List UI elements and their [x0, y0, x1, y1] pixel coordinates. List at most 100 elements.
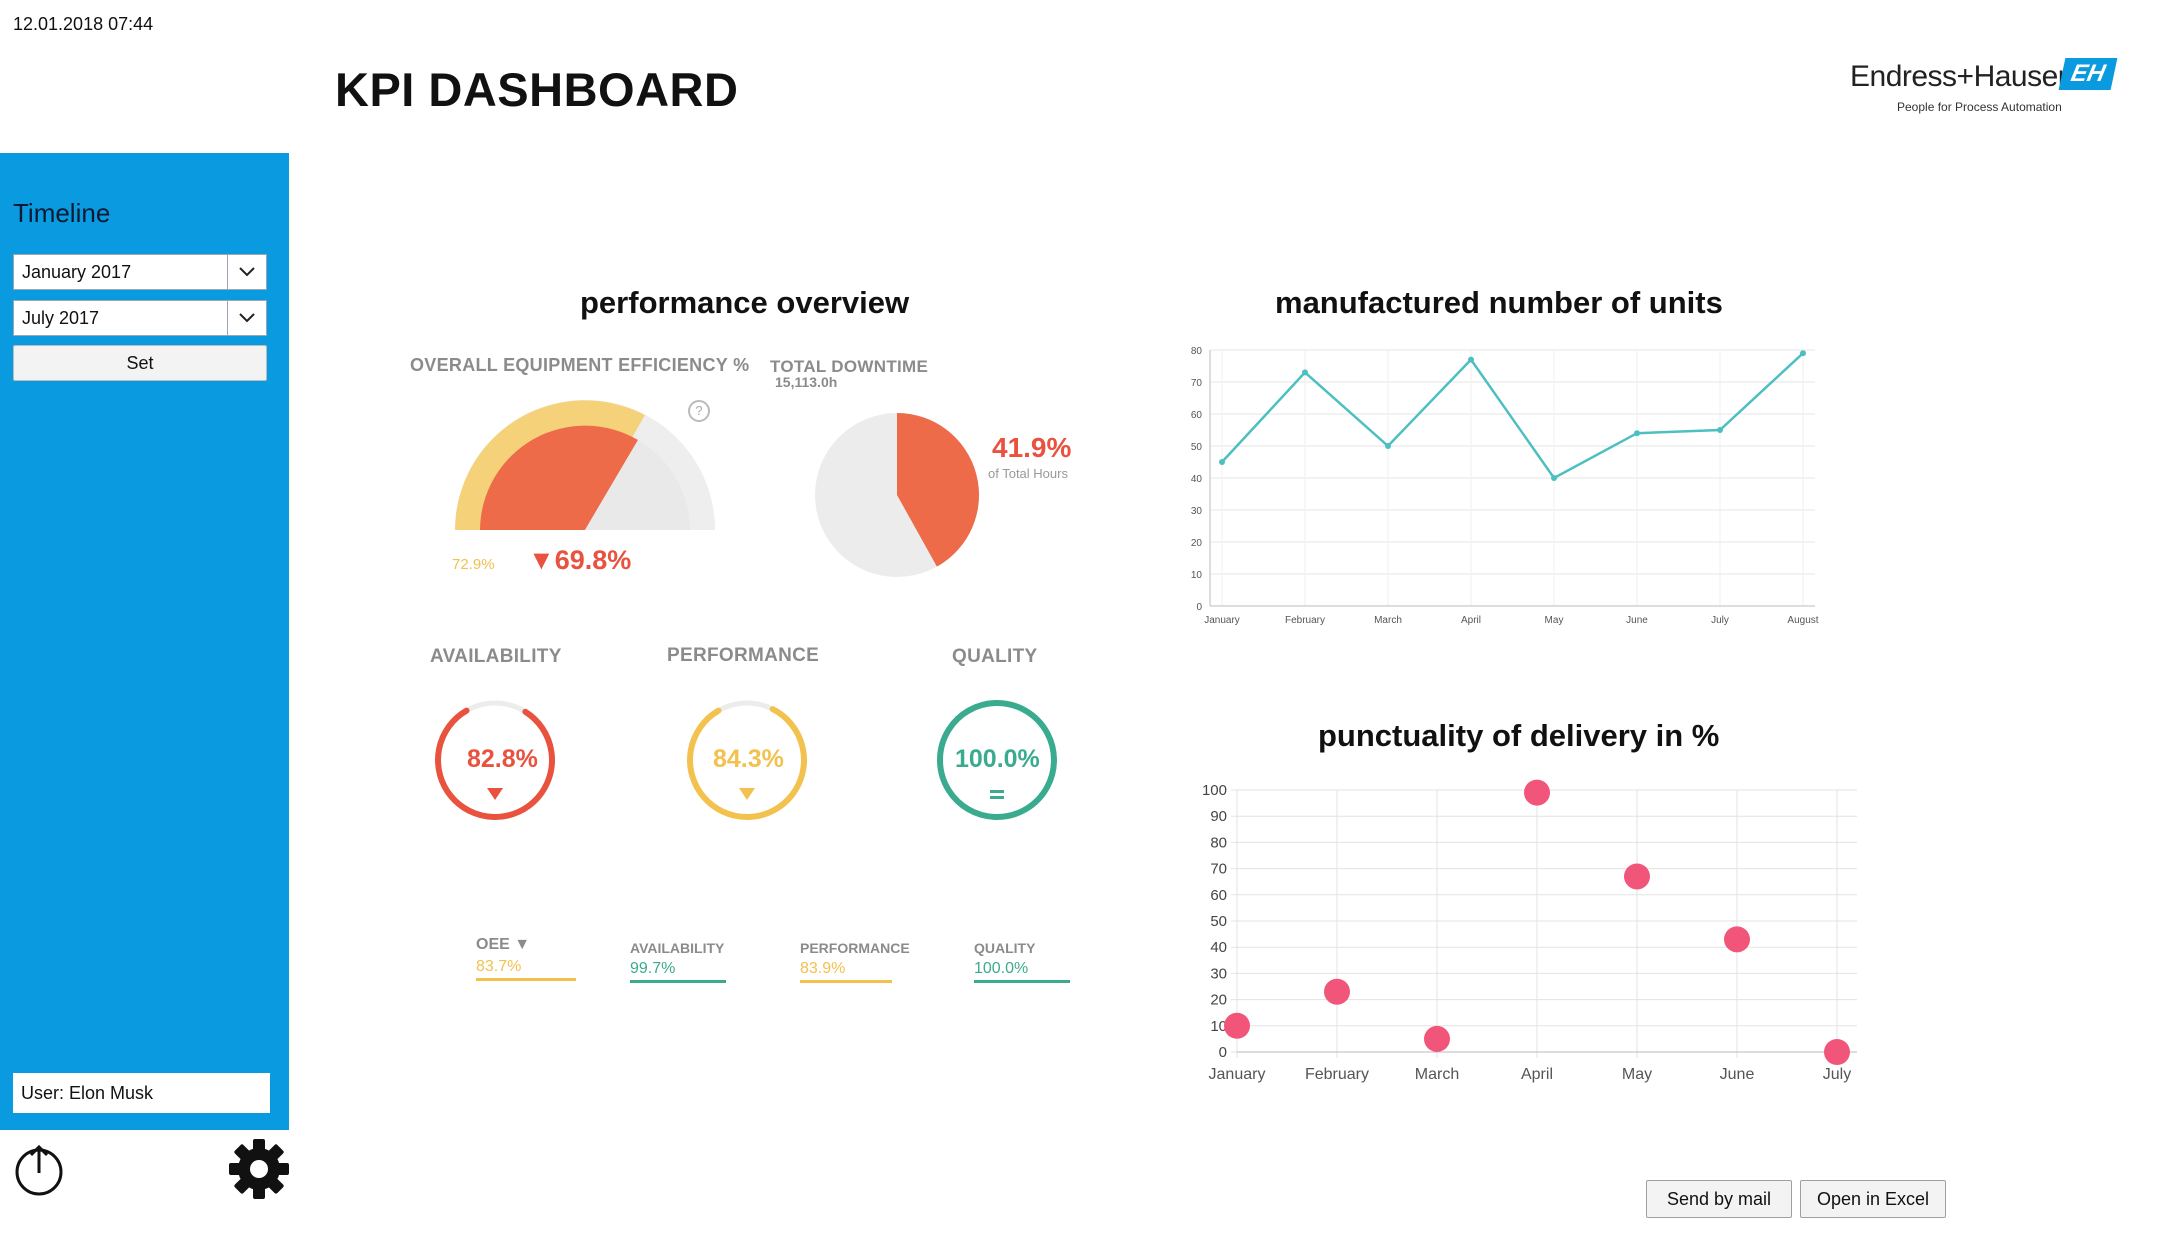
- brand-mark: EH: [2058, 58, 2118, 90]
- summary-availability-label: AVAILABILITY: [630, 940, 725, 956]
- summary-quality-label: QUALITY: [974, 940, 1036, 956]
- performance-title: performance overview: [580, 285, 910, 320]
- summary-availability-value: 99.7%: [630, 960, 676, 977]
- y-tick-label: 10: [1191, 570, 1203, 581]
- x-tick-label: March: [1415, 1066, 1459, 1083]
- x-tick-label: July: [1823, 1066, 1851, 1083]
- data-point: [1551, 475, 1557, 481]
- summary-quality-value: 100.0%: [974, 960, 1029, 977]
- series-line: [1221, 352, 1804, 480]
- summary-oee-bar: [476, 978, 576, 981]
- page-title: KPI DASHBOARD: [335, 63, 739, 116]
- open-in-excel-button[interactable]: Open in Excel: [1800, 1180, 1946, 1218]
- chevron-down-icon[interactable]: [227, 301, 266, 335]
- x-tick-label: January: [1209, 1066, 1266, 1083]
- delivery-scatter-chart: 0102030405060708090100January February Mar…: [1202, 779, 1857, 1083]
- summary-oee: OEE ▼ 83.7%: [476, 936, 586, 981]
- summary-oee-value: 83.7%: [476, 958, 522, 975]
- availability-value: 82.8%: [467, 745, 538, 773]
- power-icon[interactable]: [12, 1143, 66, 1197]
- y-tick-label: 70: [1191, 378, 1203, 389]
- x-tick-label: August: [1787, 615, 1818, 626]
- summary-performance: PERFORMANCE 83.9%: [800, 940, 930, 983]
- y-tick-label: 20: [1210, 992, 1227, 1009]
- units-line-chart: 0 10 20 30 40 50 60 70 80 January February March Apr…: [1191, 346, 1819, 626]
- x-tick-label: July: [1711, 615, 1729, 626]
- y-tick-label: 80: [1210, 834, 1227, 851]
- oee-value: ▼69.8%: [528, 545, 632, 575]
- from-month-select[interactable]: January 2017: [13, 254, 267, 290]
- user-label: User: Elon Musk: [13, 1073, 270, 1113]
- y-tick-label: 40: [1191, 474, 1203, 485]
- y-tick-label: 100: [1202, 782, 1227, 799]
- oee-gauge: [455, 400, 715, 530]
- datetime: 12.01.2018 07:44: [13, 14, 154, 34]
- summary-availability: AVAILABILITY 99.7%: [630, 940, 740, 983]
- set-button[interactable]: Set: [13, 345, 267, 381]
- y-tick-label: 50: [1191, 442, 1203, 453]
- y-tick-label: 0: [1196, 602, 1202, 613]
- y-tick-label: 60: [1191, 410, 1203, 421]
- from-month-value: January 2017: [22, 262, 132, 282]
- y-tick-label: 60: [1210, 887, 1227, 904]
- downtime-percent: 41.9%: [992, 432, 1072, 463]
- y-tick-label: 50: [1210, 913, 1227, 930]
- brand-logo: Endress+Hauser EH People for Process Aut…: [1850, 58, 2130, 118]
- data-point: [1524, 779, 1550, 806]
- to-month-select[interactable]: July 2017: [13, 300, 267, 336]
- x-tick-label: June: [1720, 1066, 1755, 1083]
- x-tick-label: January: [1204, 615, 1240, 626]
- x-tick-label: February: [1285, 615, 1325, 626]
- units-chart-title: manufactured number of units: [1275, 285, 1723, 320]
- downtime-pie: [815, 413, 979, 577]
- to-month-value: July 2017: [22, 308, 100, 328]
- data-point: [1219, 459, 1225, 465]
- x-tick-label: March: [1374, 615, 1402, 626]
- send-by-mail-button[interactable]: Send by mail: [1646, 1180, 1792, 1218]
- x-tick-label: May: [1545, 615, 1564, 626]
- summary-oee-label: OEE ▼: [476, 936, 531, 953]
- oee-label: OVERALL EQUIPMENT EFFICIENCY %: [410, 355, 750, 375]
- y-tick-label: 30: [1210, 965, 1227, 982]
- summary-performance-label: PERFORMANCE: [800, 940, 910, 956]
- y-tick-label: 70: [1210, 861, 1227, 878]
- x-tick-label: June: [1626, 615, 1648, 626]
- summary-quality-bar: [974, 980, 1070, 983]
- data-point: [1302, 369, 1308, 376]
- data-point: [1468, 356, 1474, 363]
- chevron-down-icon[interactable]: [227, 255, 266, 289]
- data-point: [1634, 430, 1640, 437]
- brand-tagline: People for Process Automation: [1897, 100, 2062, 114]
- summary-performance-value: 83.9%: [800, 960, 846, 977]
- timeline-label: Timeline: [13, 198, 111, 228]
- oee-previous: 72.9%: [452, 556, 495, 573]
- performance-label: PERFORMANCE: [667, 645, 820, 666]
- data-point: [1800, 350, 1806, 357]
- availability-label: AVAILABILITY: [430, 646, 562, 667]
- y-tick-label: 0: [1219, 1044, 1227, 1061]
- summary-quality: QUALITY 100.0%: [974, 940, 1084, 983]
- y-tick-label: 30: [1191, 506, 1203, 517]
- x-tick-label: February: [1305, 1066, 1369, 1083]
- data-point: [1717, 427, 1723, 433]
- y-tick-label: 80: [1191, 346, 1203, 357]
- quality-label: QUALITY: [952, 646, 1038, 667]
- downtime-hours: 15,113.0h: [775, 374, 838, 390]
- x-tick-label: May: [1622, 1066, 1652, 1083]
- data-point: [1424, 1025, 1450, 1052]
- data-point: [1385, 443, 1391, 449]
- data-point: [1624, 863, 1650, 890]
- delivery-chart-title: punctuality of delivery in %: [1318, 718, 1720, 753]
- gear-icon[interactable]: [228, 1138, 290, 1200]
- y-tick-label: 20: [1191, 538, 1203, 549]
- data-point: [1824, 1039, 1850, 1065]
- brand-name: Endress+Hauser: [1850, 60, 2068, 93]
- data-point: [1224, 1012, 1250, 1039]
- y-tick-label: 40: [1210, 939, 1227, 956]
- y-tick-label: 90: [1210, 808, 1227, 825]
- data-point: [1724, 926, 1750, 953]
- x-tick-label: April: [1461, 615, 1481, 626]
- downtime-subtitle: of Total Hours: [988, 466, 1068, 481]
- performance-value: 84.3%: [713, 745, 784, 773]
- x-tick-label: April: [1521, 1066, 1553, 1083]
